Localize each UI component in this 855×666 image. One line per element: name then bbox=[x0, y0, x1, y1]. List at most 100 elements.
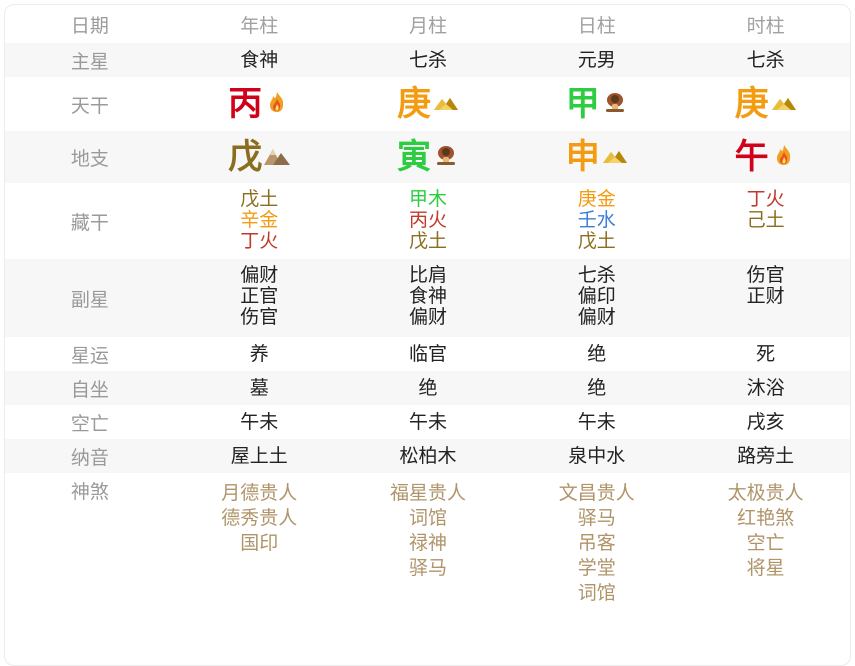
zizuo-hour: 沐浴 bbox=[746, 376, 785, 399]
canggan-hour: 丁火 己土 bbox=[681, 183, 850, 259]
shensha-item: 词馆 bbox=[408, 507, 447, 529]
shensha-month: 福星贵人 词馆 禄神 驿马 bbox=[344, 473, 513, 581]
fuxing-item: 偏财 bbox=[577, 306, 616, 328]
fuxing-day: 七杀 偏印 偏财 bbox=[512, 259, 681, 337]
row-label-xingyun: 星运 bbox=[70, 344, 109, 367]
dizhi-hour: 午 bbox=[735, 137, 797, 177]
xingyun-year: 养 bbox=[249, 342, 269, 365]
shensha-day: 文昌贵人 驿马 吊客 学堂 词馆 bbox=[512, 473, 681, 606]
canggan-item: 丙火 bbox=[408, 209, 447, 231]
shensha-hour: 太极贵人 红艳煞 空亡 将星 bbox=[681, 473, 850, 581]
shensha-item: 文昌贵人 bbox=[558, 482, 635, 504]
row-label-kongwang: 空亡 bbox=[70, 412, 109, 435]
dizhi-month: 寅 bbox=[397, 137, 459, 177]
shensha-item: 禄神 bbox=[408, 532, 447, 554]
canggan-item: 戊土 bbox=[577, 230, 616, 252]
canggan-item: 戊土 bbox=[408, 230, 447, 252]
shensha-item: 福星贵人 bbox=[389, 482, 466, 504]
kongwang-day: 午未 bbox=[577, 410, 616, 433]
tiangan-char: 丙 bbox=[228, 84, 263, 124]
main-star-row: 主星 食神 七杀 元男 七杀 bbox=[5, 43, 850, 77]
canggan-item: 戊土 bbox=[240, 188, 279, 210]
fire-icon bbox=[771, 144, 797, 170]
dizhi-char: 申 bbox=[565, 137, 600, 177]
row-label-tiangan: 天干 bbox=[70, 94, 109, 117]
dizhi-year: 戊 bbox=[228, 137, 291, 177]
tiangan-row: 天干 丙 庚 甲 庚 bbox=[5, 77, 850, 131]
nayin-hour: 路旁土 bbox=[737, 444, 795, 467]
main-star-year: 食神 bbox=[240, 48, 279, 71]
canggan-item: 丁火 bbox=[240, 230, 279, 252]
tiangan-hour: 庚 bbox=[735, 84, 797, 124]
canggan-item: 甲木 bbox=[408, 188, 447, 210]
kongwang-row: 空亡 午未 午未 午未 戌亥 bbox=[5, 405, 850, 439]
pillar-month: 月柱 bbox=[408, 14, 447, 37]
shensha-item: 月德贵人 bbox=[221, 482, 298, 504]
tiangan-month: 庚 bbox=[397, 84, 459, 124]
tree-icon bbox=[602, 91, 628, 117]
xingyun-row: 星运 养 临官 绝 死 bbox=[5, 337, 850, 371]
row-label-dizhi: 地支 bbox=[70, 147, 109, 170]
row-label-main-star: 主星 bbox=[70, 50, 109, 73]
shensha-year: 月德贵人 德秀贵人 国印 bbox=[175, 473, 344, 556]
fuxing-item: 正官 bbox=[240, 285, 279, 307]
row-label-shensha: 神煞 bbox=[70, 480, 109, 503]
fuxing-item: 偏财 bbox=[240, 264, 279, 286]
canggan-item: 壬水 bbox=[577, 209, 616, 231]
shensha-item: 红艳煞 bbox=[737, 507, 795, 529]
zizuo-day: 绝 bbox=[587, 376, 607, 399]
fuxing-item: 偏印 bbox=[577, 285, 616, 307]
fuxing-month: 比肩 食神 偏财 bbox=[344, 259, 513, 337]
fuxing-item: 七杀 bbox=[577, 264, 616, 286]
pillar-hour: 时柱 bbox=[746, 14, 785, 37]
pillar-day: 日柱 bbox=[577, 14, 616, 37]
tiangan-char: 甲 bbox=[565, 84, 600, 124]
tiangan-day: 甲 bbox=[566, 84, 628, 124]
canggan-item: 丁火 bbox=[746, 188, 785, 210]
fuxing-year: 偏财 正官 伤官 bbox=[175, 259, 344, 337]
shensha-item: 太极贵人 bbox=[727, 482, 804, 504]
kongwang-year: 午未 bbox=[240, 410, 279, 433]
main-star-day: 元男 bbox=[577, 48, 616, 71]
zizuo-month: 绝 bbox=[418, 376, 438, 399]
pillar-year: 年柱 bbox=[240, 14, 279, 37]
gold-ingot-icon bbox=[433, 91, 459, 117]
shensha-item: 空亡 bbox=[746, 532, 785, 554]
zizuo-year: 墓 bbox=[249, 376, 269, 399]
kongwang-month: 午未 bbox=[408, 410, 447, 433]
shensha-item: 吊客 bbox=[577, 532, 616, 554]
row-label-fuxing: 副星 bbox=[70, 288, 109, 311]
fuxing-item: 伤官 bbox=[746, 264, 785, 286]
canggan-day: 庚金 壬水 戊土 bbox=[512, 183, 681, 259]
row-label-canggan: 藏干 bbox=[70, 211, 109, 234]
gold-ingot-icon bbox=[602, 144, 628, 170]
shensha-item: 词馆 bbox=[577, 582, 616, 604]
canggan-row: 藏干 戊土 辛金 丁火 甲木 丙火 戊土 庚金 壬水 戊土 丁火 己土 bbox=[5, 183, 850, 259]
shensha-item: 德秀贵人 bbox=[221, 507, 298, 529]
canggan-item: 辛金 bbox=[240, 209, 279, 231]
dizhi-day: 申 bbox=[566, 137, 628, 177]
nayin-month: 松柏木 bbox=[399, 444, 457, 467]
row-label-date: 日期 bbox=[70, 14, 109, 37]
dizhi-char: 寅 bbox=[396, 137, 431, 177]
row-label-zizuo: 自坐 bbox=[70, 378, 109, 401]
header-row: 日期 年柱 月柱 日柱 时柱 bbox=[5, 5, 850, 43]
fuxing-item: 伤官 bbox=[240, 306, 279, 328]
main-star-month: 七杀 bbox=[408, 48, 447, 71]
shensha-row: 神煞 月德贵人 德秀贵人 国印 福星贵人 词馆 禄神 驿马 文昌贵人 驿马 吊客… bbox=[5, 473, 850, 623]
shensha-item: 国印 bbox=[240, 532, 279, 554]
canggan-month: 甲木 丙火 戊土 bbox=[344, 183, 513, 259]
shensha-item: 驿马 bbox=[577, 507, 616, 529]
tiangan-char: 庚 bbox=[396, 84, 431, 124]
fuxing-item: 比肩 bbox=[408, 264, 447, 286]
tree-icon bbox=[433, 144, 459, 170]
row-label-nayin: 纳音 bbox=[70, 446, 109, 469]
tiangan-year: 丙 bbox=[228, 84, 290, 124]
canggan-year: 戊土 辛金 丁火 bbox=[175, 183, 344, 259]
nayin-row: 纳音 屋上土 松柏木 泉中水 路旁土 bbox=[5, 439, 850, 473]
canggan-item: 庚金 bbox=[577, 188, 616, 210]
fuxing-hour: 伤官 正财 bbox=[681, 259, 850, 337]
fuxing-item: 正财 bbox=[746, 285, 785, 307]
xingyun-month: 临官 bbox=[408, 342, 447, 365]
canggan-item: 己土 bbox=[746, 209, 785, 231]
